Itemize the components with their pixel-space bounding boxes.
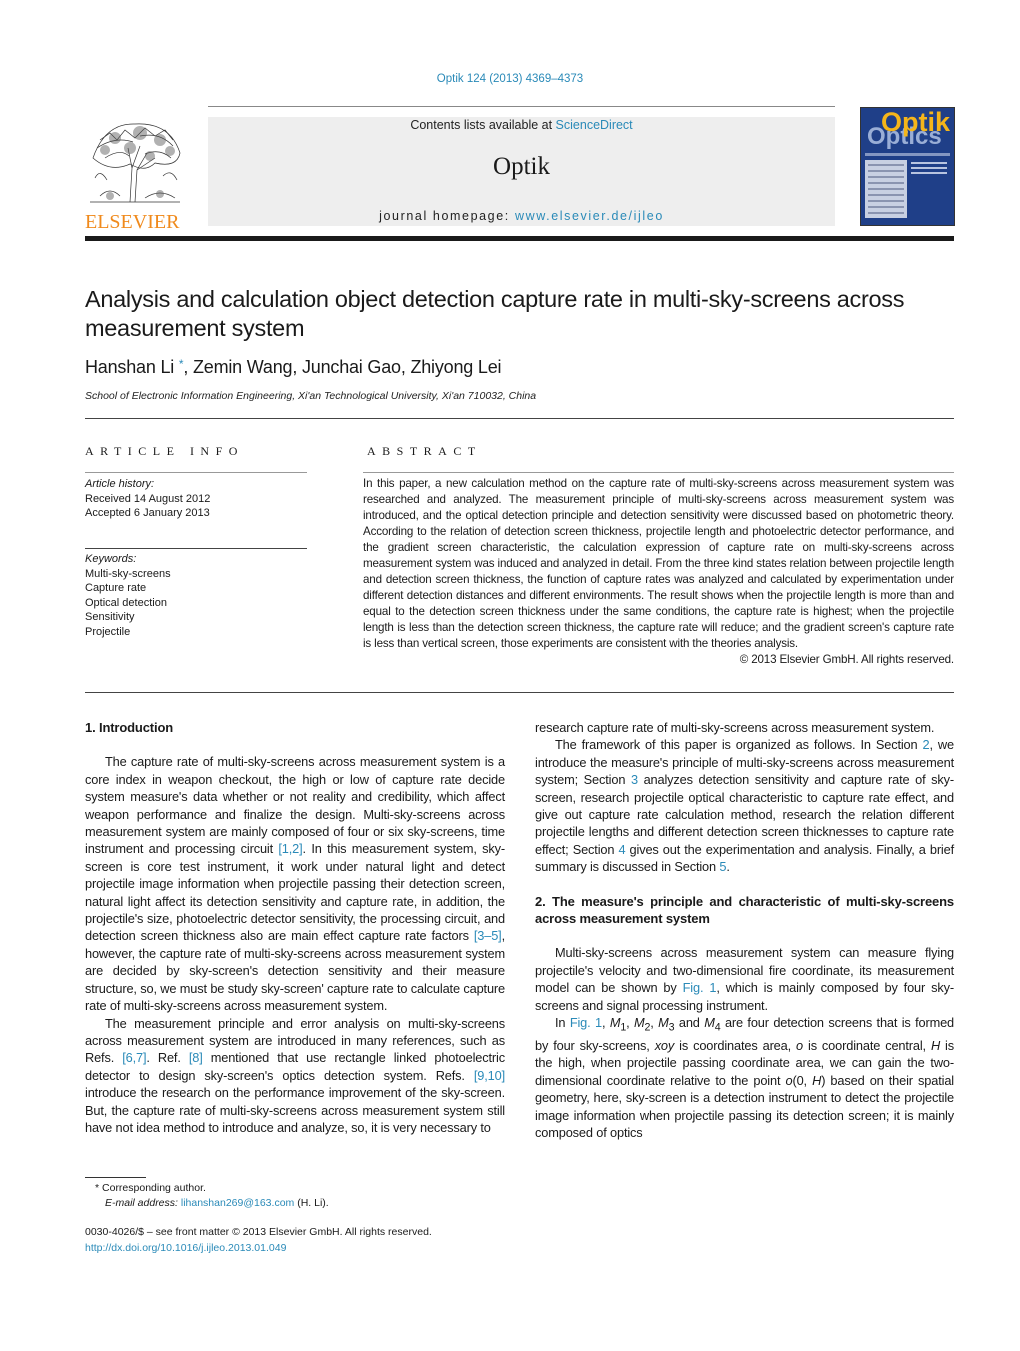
paragraph: The framework of this paper is organized… <box>535 737 954 875</box>
issn-copyright: 0030-4026/$ – see front matter © 2013 El… <box>85 1226 432 1238</box>
history-label: Article history: <box>85 478 155 490</box>
abstract-bottom-divider <box>85 692 954 693</box>
cover-title-optik: Optik <box>880 107 950 137</box>
paragraph: The capture rate of multi-sky-screens ac… <box>85 754 505 1014</box>
paragraph: The measurement principle and error anal… <box>85 1015 505 1135</box>
received-date: Received 14 August 2012 <box>85 492 211 505</box>
citation-link[interactable]: Optik 124 (2013) 4369–4373 <box>437 73 583 85</box>
reference-link[interactable]: [3–5] <box>474 928 502 943</box>
body-column-left: 1. Introduction The capture rate of mult… <box>85 719 505 1136</box>
body-column-right: research capture rate of multi-sky-scree… <box>535 719 954 1141</box>
keywords-label: Keywords: <box>85 553 137 565</box>
keyword-item: Multi-sky-screens <box>85 567 171 580</box>
front-matter: 0030-4026/$ – see front matter © 2013 El… <box>85 1225 432 1256</box>
cover-contents-panel <box>865 160 907 218</box>
keywords-divider <box>85 548 307 549</box>
elsevier-tree-icon <box>90 123 181 203</box>
author-list: Hanshan Li *, Zemin Wang, Junchai Gao, Z… <box>85 357 502 377</box>
journal-citation[interactable]: Optik 124 (2013) 4369–4373 <box>0 73 1020 85</box>
article-info-divider <box>85 472 307 473</box>
journal-banner: Contents lists available at ScienceDirec… <box>208 117 835 226</box>
title-divider <box>85 418 954 419</box>
header-thick-divider <box>85 236 954 241</box>
paragraph: In Fig. 1, M1, M2, M3 and M4 are four de… <box>535 1015 955 1141</box>
reference-link[interactable]: [9,10] <box>474 1068 505 1083</box>
doi-link[interactable]: http://dx.doi.org/10.1016/j.ijleo.2013.0… <box>85 1242 286 1254</box>
keyword-item: Capture rate <box>85 582 147 594</box>
affiliation: School of Electronic Information Enginee… <box>85 390 537 402</box>
cover-side-text <box>911 162 947 164</box>
journal-cover-thumbnail[interactable]: Optics Optik <box>860 107 955 226</box>
paragraph-continued: research capture rate of multi-sky-scree… <box>535 720 935 735</box>
figure-link[interactable]: Fig. 1 <box>683 980 717 995</box>
article-title: Analysis and calculation object detectio… <box>85 286 905 341</box>
contents-line: Contents lists available at ScienceDirec… <box>410 118 633 132</box>
reference-link[interactable]: [6,7] <box>122 1050 146 1065</box>
author-name[interactable]: Zhiyong Lei <box>410 357 501 377</box>
article-history: Article history: Received 14 August 2012… <box>85 477 210 521</box>
keyword-item: Projectile <box>85 625 131 638</box>
abstract-text: In this paper, a new calculation method … <box>363 477 954 650</box>
elsevier-logo[interactable]: ELSEVIER <box>85 118 185 233</box>
abstract-heading: ABSTRACT <box>367 444 482 458</box>
section-heading-introduction: 1. Introduction <box>85 720 174 735</box>
email-link[interactable]: lihanshan269@163.com <box>181 1197 294 1209</box>
keyword-item: Sensitivity <box>85 611 135 623</box>
cover-strip <box>865 153 950 156</box>
section-link[interactable]: 3 <box>631 772 638 787</box>
abstract-divider <box>363 472 954 473</box>
article-info-heading: ARTICLE INFO <box>85 444 244 458</box>
figure-link[interactable]: Fig. 1 <box>570 1015 602 1030</box>
section-heading-principle: 2. The measure's principle and character… <box>535 893 954 927</box>
keyword-item: Optical detection <box>85 596 167 609</box>
abstract-body: In this paper, a new calculation method … <box>363 476 954 668</box>
abstract-copyright: © 2013 Elsevier GmbH. All rights reserve… <box>739 653 954 666</box>
elsevier-wordmark: ELSEVIER <box>85 211 180 233</box>
homepage-line: journal homepage: www.elsevier.de/ijleo <box>379 209 664 223</box>
footnotes: * Corresponding author. E-mail address: … <box>85 1181 329 1211</box>
keywords: Keywords: Multi-sky-screens Capture rate… <box>85 552 171 639</box>
footnote-divider <box>85 1177 146 1178</box>
author-name[interactable]: Hanshan Li <box>85 357 174 377</box>
sciencedirect-link[interactable]: ScienceDirect <box>556 118 633 132</box>
journal-name: Optik <box>493 153 550 180</box>
homepage-link[interactable]: www.elsevier.de/ijleo <box>515 209 664 223</box>
email-footnote: E-mail address: lihanshan269@163.com (H.… <box>105 1197 329 1209</box>
reference-link[interactable]: [1,2] <box>278 841 302 856</box>
corresponding-footnote: * Corresponding author. <box>95 1182 206 1194</box>
author-name[interactable]: Junchai Gao <box>302 357 401 377</box>
paragraph: Multi-sky-screens across measurement sys… <box>535 945 954 1013</box>
author-name[interactable]: Zemin Wang <box>193 357 293 377</box>
accepted-date: Accepted 6 January 2013 <box>85 507 210 519</box>
top-divider <box>208 106 835 107</box>
reference-link[interactable]: [8] <box>189 1050 203 1065</box>
